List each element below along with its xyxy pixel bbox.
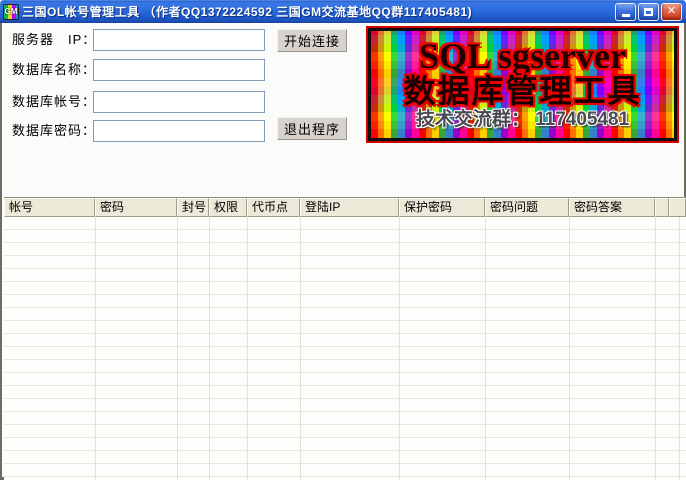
exit-button[interactable]: 退出程序 [277,117,347,140]
col-header-blank[interactable] [655,198,669,217]
db-account-input[interactable] [93,91,265,113]
col-header-account[interactable]: 帐号 [4,198,95,217]
col-header-filler [669,198,686,217]
grid-line [95,217,96,480]
grid-line [177,217,178,480]
col-header-password-question[interactable]: 密码问题 [485,198,569,217]
minimize-icon [622,14,630,17]
banner-title: SQL sgserver [419,38,626,74]
grid-line [569,217,570,480]
title-bar: GM 三国OL帐号管理工具 （作者QQ1372224592 三国GM交流基地QQ… [0,0,686,23]
banner-subtitle: 数据库管理工具 [403,74,641,109]
close-button[interactable]: ✕ [661,3,682,21]
grid-line [399,217,400,480]
banner-qq-group: 技术交流群： 117405481 [416,109,629,132]
maximize-icon [644,8,653,16]
app-window: GM 三国OL帐号管理工具 （作者QQ1372224592 三国GM交流基地QQ… [0,0,686,480]
server-ip-label: 服务器 IP： [12,29,96,51]
close-icon: ✕ [667,6,676,17]
window-content: 服务器 IP： 数据库名称： 数据库帐号： 数据库密码： 开始连接 退出程序 S… [0,23,686,480]
db-name-label: 数据库名称： [12,59,96,81]
minimize-button[interactable] [615,3,636,21]
grid-line [485,217,486,480]
grid-line [679,217,680,480]
connect-button[interactable]: 开始连接 [277,29,347,52]
db-name-input[interactable] [93,59,265,81]
window-controls: ✕ [615,3,682,21]
grid-line [209,217,210,480]
grid-line [655,217,656,480]
db-account-label: 数据库帐号： [12,91,96,113]
col-header-ban[interactable]: 封号 [177,198,209,217]
col-header-protect-password[interactable]: 保护密码 [399,198,485,217]
col-header-password[interactable]: 密码 [95,198,177,217]
db-password-label: 数据库密码： [12,120,96,142]
grid-line [247,217,248,480]
app-icon: GM [3,4,19,20]
account-table: 帐号 密码 封号 权限 代币点 登陆IP 保护密码 密码问题 密码答案 [4,197,686,480]
server-ip-input[interactable] [93,29,265,51]
account-table-body [4,217,686,480]
grid-line [300,217,301,480]
col-header-login-ip[interactable]: 登陆IP [300,198,399,217]
col-header-password-answer[interactable]: 密码答案 [569,198,655,217]
col-header-privilege[interactable]: 权限 [209,198,247,217]
window-title: 三国OL帐号管理工具 （作者QQ1372224592 三国GM交流基地QQ群11… [22,3,615,20]
banner-image: SQL sgserver 数据库管理工具 技术交流群： 117405481 [368,28,677,141]
db-password-input[interactable] [93,120,265,142]
account-table-header: 帐号 密码 封号 权限 代币点 登陆IP 保护密码 密码问题 密码答案 [4,197,686,217]
maximize-button[interactable] [638,3,659,21]
col-header-tokens[interactable]: 代币点 [247,198,300,217]
